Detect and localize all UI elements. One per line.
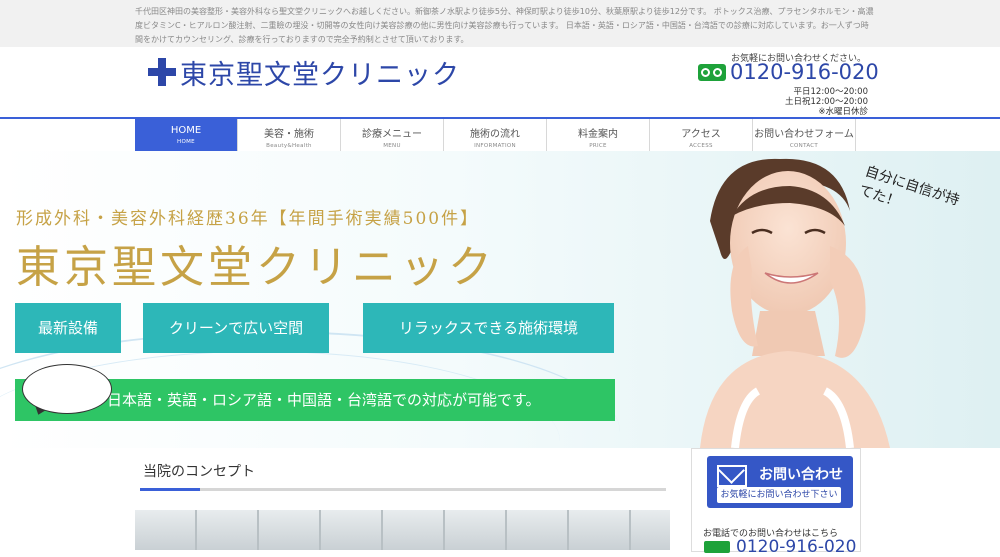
nav-label: アクセス — [681, 129, 721, 140]
nav-sub: CONTACT — [789, 143, 819, 149]
nav-sub: HOME — [177, 139, 195, 145]
sidebar-phone-number[interactable]: 0120-916-020 — [736, 537, 856, 557]
nav-label: 施術の流れ — [470, 129, 520, 140]
feature-equipment: 最新設備 — [15, 303, 121, 353]
nav-sub: Beauty&Health — [266, 143, 312, 149]
hero-banner: 形成外科・美容外科経歴36年【年間手術実績500件】 東京聖文堂クリニック 最新… — [0, 151, 1000, 448]
nav-item-menu[interactable]: 診療メニュー MENU — [341, 119, 444, 153]
inquiry-button[interactable]: お問い合わせ お気軽にお問い合わせ下さい — [707, 456, 853, 508]
hero-subtitle: 形成外科・美容外科経歴36年【年間手術実績500件】 — [16, 209, 480, 229]
nav-sub: PRICE — [589, 143, 607, 149]
nav-label: 料金案内 — [578, 129, 618, 140]
feature-clean-space: クリーンで広い空間 — [143, 303, 329, 353]
nav-item-beauty[interactable]: 美容・施術 Beauty&Health — [238, 119, 341, 153]
nav-sub: MENU — [383, 143, 401, 149]
main-nav: HOME HOME 美容・施術 Beauty&Health 診療メニュー MENU 施… — [0, 117, 1000, 154]
nav-sub: ACCESS — [689, 143, 713, 149]
freedial-icon — [704, 541, 730, 553]
top-info-bar: 千代田区神田の美容整形・美容外科なら聖文堂クリニックへお越しください。新御茶ノ水… — [0, 0, 1000, 47]
clinic-photo-detail — [135, 510, 670, 550]
hero-title: 東京聖文堂クリニック — [16, 242, 496, 293]
freedial-icon — [698, 64, 726, 81]
hours-weekday: 平日12:00〜20:00 — [793, 87, 869, 97]
nav-item-price[interactable]: 料金案内 PRICE — [547, 119, 650, 153]
hours-weekend: 土日祝12:00〜20:00 — [785, 97, 868, 107]
concept-heading: 当院のコンセプト — [143, 464, 255, 480]
site-header: 東京聖文堂クリニック お気軽にお問い合わせください。 0120-916-020 … — [0, 47, 1000, 117]
top-info-text: 千代田区神田の美容整形・美容外科なら聖文堂クリニックへお越しください。新御茶ノ水… — [135, 7, 874, 44]
speech-bubble-icon — [22, 364, 112, 414]
feature-relax: リラックスできる施術環境 — [363, 303, 614, 353]
business-hours: 平日12:00〜20:00 土日祝12:00〜20:00 ※水曜日休診 — [785, 87, 868, 117]
inquiry-subtitle: お気軽にお問い合わせ下さい — [717, 487, 841, 503]
nav-sub: INFORMATION — [474, 143, 516, 149]
mail-icon — [717, 465, 747, 487]
nav-item-home[interactable]: HOME HOME — [135, 119, 238, 153]
nav-item-access[interactable]: アクセス ACCESS — [650, 119, 753, 153]
inquiry-title: お問い合わせ — [759, 467, 843, 483]
medical-cross-icon — [148, 58, 176, 86]
header-phone-number[interactable]: 0120-916-020 — [730, 60, 879, 84]
nav-item-information[interactable]: 施術の流れ INFORMATION — [444, 119, 547, 153]
heading-underline — [140, 488, 666, 491]
nav-label: 美容・施術 — [264, 129, 314, 140]
sidebar-contact: お問い合わせ お気軽にお問い合わせ下さい お電話でのお問い合わせはこちら 012… — [691, 448, 861, 557]
logo-text: 東京聖文堂クリニック — [180, 59, 460, 91]
hours-closed: ※水曜日休診 — [818, 107, 868, 117]
main-content: 当院のコンセプト お問い合わせ お気軽にお問い合わせ下さい お電話でのお問い合わ… — [0, 448, 1000, 557]
nav-label: 診療メニュー — [362, 129, 422, 140]
nav-item-contact[interactable]: お問い合わせフォーム CONTACT — [753, 119, 856, 153]
nav-label: HOME — [170, 125, 202, 136]
site-logo[interactable]: 東京聖文堂クリニック — [148, 56, 460, 91]
nav-label: お問い合わせフォーム — [754, 129, 854, 140]
